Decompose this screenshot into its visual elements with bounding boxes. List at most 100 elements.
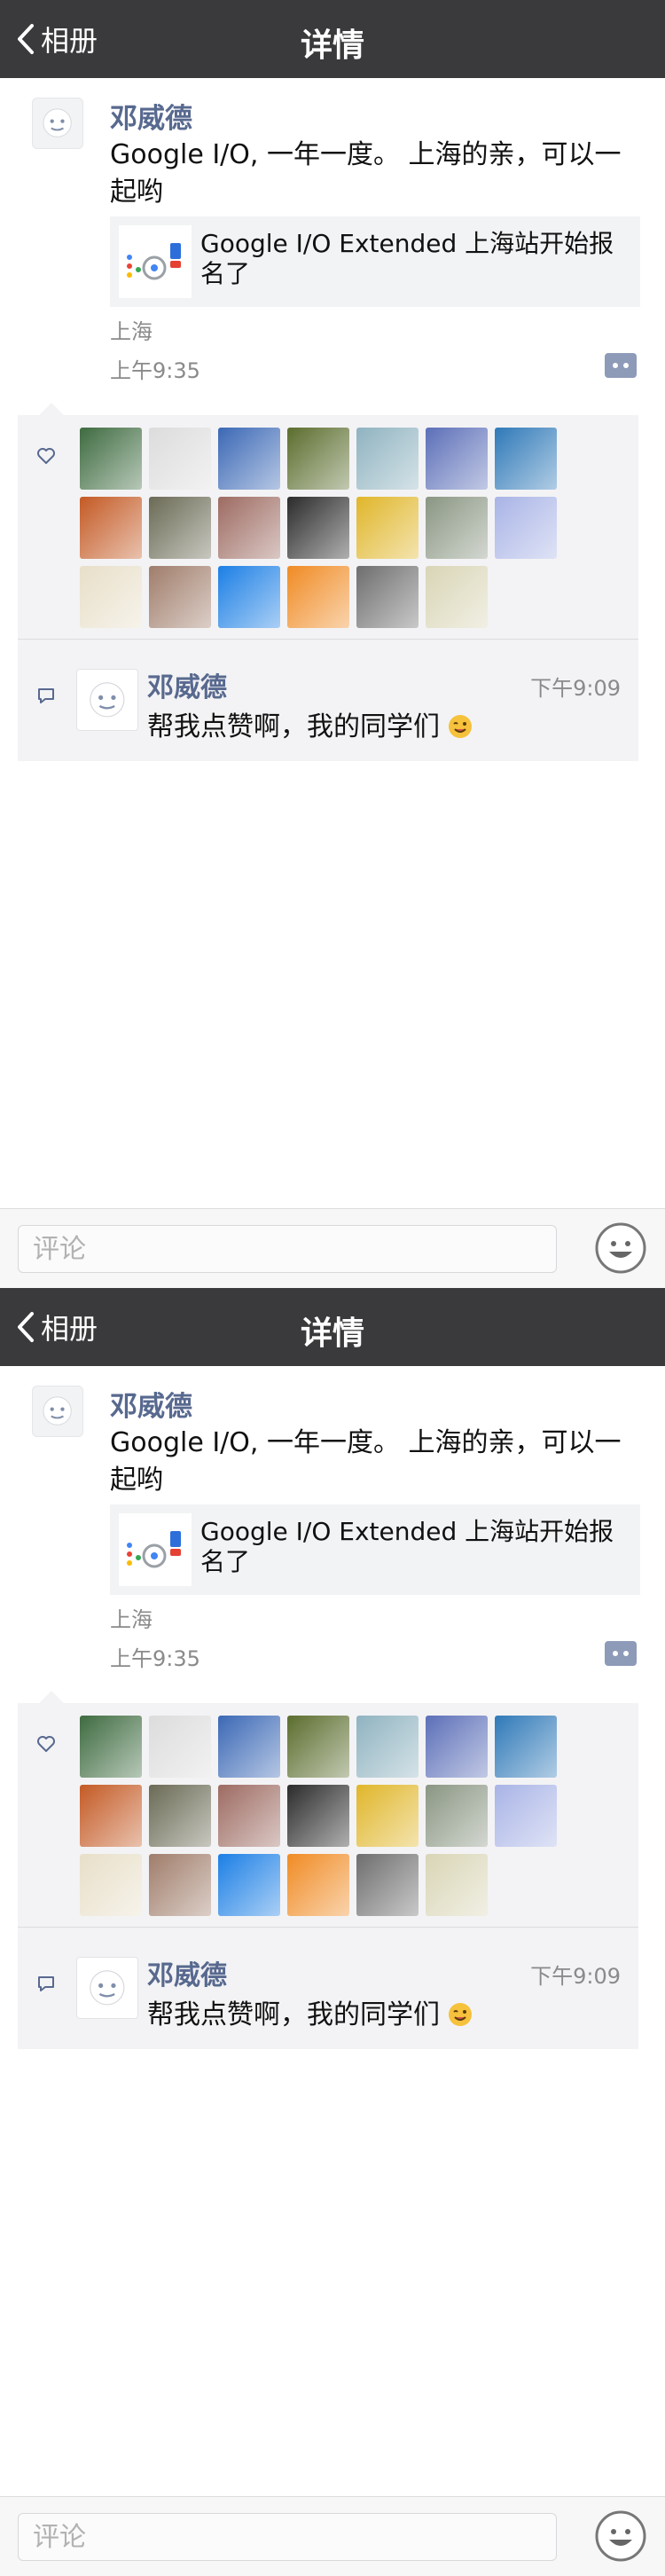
heart-icon [37, 1736, 55, 1752]
post-time: 上午9:35 [110, 1646, 200, 1671]
heart-icon [37, 448, 55, 464]
liker-avatar[interactable] [149, 1854, 211, 1916]
more-icon[interactable] [605, 353, 637, 378]
avatar-robot-icon [90, 682, 125, 718]
liker-avatar[interactable] [356, 1854, 419, 1916]
page-title: 详情 [300, 27, 364, 64]
comment-item[interactable]: 邓威德 下午9:09 帮我点赞啊，我的同学们 [18, 1936, 638, 2049]
comment-text-body: 帮我点赞啊，我的同学们 [147, 711, 440, 742]
liker-avatar[interactable] [287, 1716, 349, 1778]
liker-avatar[interactable] [80, 566, 142, 628]
liker-avatar[interactable] [287, 497, 349, 559]
avatar-robot-icon [43, 1396, 73, 1426]
interaction-panel: 邓威德 下午9:09 帮我点赞啊，我的同学们 [18, 1691, 638, 2049]
moment-post: 邓威德 Google I/O, 一年一度。 上海的亲，可以一起哟 Google … [0, 1366, 665, 1703]
liker-avatar[interactable] [426, 1854, 488, 1916]
comment-item[interactable]: 邓威德 下午9:09 帮我点赞啊，我的同学们 [18, 648, 638, 761]
liker-avatar[interactable] [426, 497, 488, 559]
interaction-panel: 邓威德 下午9:09 帮我点赞啊，我的同学们 [18, 403, 638, 761]
post-location[interactable]: 上海 [110, 1602, 153, 1633]
liker-avatar[interactable] [287, 566, 349, 628]
liker-avatar[interactable] [356, 497, 419, 559]
panel-pointer [39, 403, 64, 415]
post-text: Google I/O, 一年一度。 上海的亲，可以一起哟 [110, 139, 622, 208]
google-io-thumb-icon [119, 1513, 192, 1586]
post-text: Google I/O, 一年一度。 上海的亲，可以一起哟 [110, 1427, 622, 1496]
liker-avatar[interactable] [149, 497, 211, 559]
commenter-avatar[interactable] [76, 669, 138, 731]
liker-avatar[interactable] [218, 1854, 280, 1916]
liker-avatar[interactable] [149, 1785, 211, 1847]
comment-author[interactable]: 邓威德 [147, 1953, 227, 1992]
comment-bar [0, 1208, 665, 1288]
liker-avatar[interactable] [495, 1716, 557, 1778]
likers-grid [80, 428, 612, 628]
liker-avatar[interactable] [356, 566, 419, 628]
comment-text-body: 帮我点赞啊，我的同学们 [147, 1999, 440, 2030]
liker-avatar[interactable] [80, 1716, 142, 1778]
divider [18, 639, 638, 640]
avatar-robot-icon [43, 108, 73, 138]
liker-avatar[interactable] [356, 1716, 419, 1778]
author-avatar[interactable] [32, 1386, 83, 1437]
post-location[interactable]: 上海 [110, 314, 153, 345]
shared-link-card[interactable]: Google I/O Extended 上海站开始报名了 [110, 216, 640, 307]
liker-avatar[interactable] [287, 428, 349, 490]
emoji-icon[interactable] [594, 2509, 647, 2563]
liker-avatar[interactable] [426, 566, 488, 628]
liker-avatar[interactable] [149, 428, 211, 490]
liker-avatar[interactable] [80, 1785, 142, 1847]
commenter-avatar[interactable] [76, 1957, 138, 2019]
liker-avatar[interactable] [356, 1785, 419, 1847]
emoji-icon[interactable] [594, 1221, 647, 1275]
comment-text: 帮我点赞啊，我的同学们 [147, 704, 473, 743]
liker-avatar[interactable] [426, 428, 488, 490]
liker-avatar[interactable] [495, 497, 557, 559]
liker-avatar[interactable] [218, 428, 280, 490]
divider [18, 1927, 638, 1928]
liker-avatar[interactable] [149, 1716, 211, 1778]
liker-avatar[interactable] [495, 428, 557, 490]
page-title: 详情 [300, 1315, 364, 1352]
likes-list [80, 1716, 612, 1916]
comment-author[interactable]: 邓威德 [147, 665, 227, 704]
comment-time: 下午9:09 [530, 676, 621, 701]
comment-input[interactable] [18, 1225, 557, 1273]
moment-post: 邓威德 Google I/O, 一年一度。 上海的亲，可以一起哟 Google … [0, 78, 665, 415]
likes-list [80, 428, 612, 628]
liker-avatar[interactable] [426, 1716, 488, 1778]
author-avatar[interactable] [32, 98, 83, 149]
detail-screen: 相册 详情 邓威德 Google I/O, 一年一度。 上海的亲，可以一起哟 G… [0, 1288, 665, 2576]
comment-input[interactable] [18, 2513, 557, 2561]
wink-emoji-icon [449, 715, 472, 738]
liker-avatar[interactable] [287, 1785, 349, 1847]
wink-emoji-icon [449, 2003, 472, 2026]
liker-avatar[interactable] [356, 428, 419, 490]
liker-avatar[interactable] [426, 1785, 488, 1847]
liker-avatar[interactable] [80, 1854, 142, 1916]
author-name[interactable]: 邓威德 [110, 1384, 192, 1424]
author-name[interactable]: 邓威德 [110, 96, 192, 136]
avatar-robot-icon [90, 1970, 125, 2006]
link-title: Google I/O Extended 上海站开始报名了 [200, 1517, 614, 1576]
liker-avatar[interactable] [80, 497, 142, 559]
liker-avatar[interactable] [218, 1716, 280, 1778]
shared-link-card[interactable]: Google I/O Extended 上海站开始报名了 [110, 1504, 640, 1595]
link-title: Google I/O Extended 上海站开始报名了 [200, 229, 614, 288]
detail-screen: 相册 详情 邓威德 Google I/O, 一年一度。 上海的亲，可以一起哟 G… [0, 0, 665, 1288]
link-thumbnail [119, 225, 192, 298]
post-time: 上午9:35 [110, 358, 200, 383]
liker-avatar[interactable] [287, 1854, 349, 1916]
more-icon[interactable] [605, 1641, 637, 1666]
comment-icon [38, 1976, 54, 1991]
liker-avatar[interactable] [80, 428, 142, 490]
liker-avatar[interactable] [218, 566, 280, 628]
liker-avatar[interactable] [218, 497, 280, 559]
comment-time: 下午9:09 [530, 1964, 621, 1989]
likers-grid [80, 1716, 612, 1916]
navbar: 相册 详情 [0, 0, 665, 78]
liker-avatar[interactable] [149, 566, 211, 628]
link-thumbnail [119, 1513, 192, 1586]
liker-avatar[interactable] [495, 1785, 557, 1847]
liker-avatar[interactable] [218, 1785, 280, 1847]
